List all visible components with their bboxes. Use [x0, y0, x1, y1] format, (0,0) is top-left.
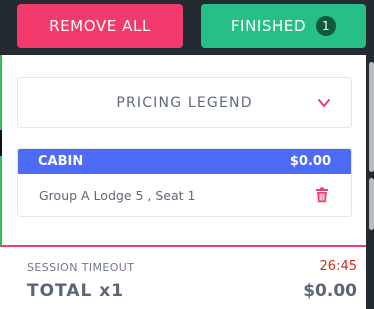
cart-category-name: CABIN: [38, 154, 84, 169]
cart-card: CABIN $0.00 Group A Lodge 5 , Seat 1: [17, 148, 352, 217]
pricing-legend-dropdown[interactable]: PRICING LEGEND: [17, 77, 352, 128]
pricing-legend-label: PRICING LEGEND: [116, 94, 253, 111]
session-timeout-label: SESSION TIMEOUT: [27, 261, 135, 274]
cart-page: REMOVE ALL FINISHED 1 PRICING LEGEND CAB…: [0, 0, 374, 309]
chevron-down-icon: [318, 99, 330, 107]
remove-all-label: REMOVE ALL: [49, 17, 151, 35]
cart-category-header: CABIN $0.00: [18, 149, 351, 174]
finished-count-badge: 1: [316, 16, 337, 36]
total-label: TOTAL x1: [27, 281, 125, 301]
remove-all-button[interactable]: REMOVE ALL: [17, 4, 183, 48]
finished-label: FINISHED: [230, 17, 307, 35]
total-value: $0.00: [303, 281, 357, 301]
finished-button[interactable]: FINISHED 1: [201, 4, 366, 48]
cart-item-label: Group A Lodge 5 , Seat 1: [39, 187, 196, 203]
scrollbar-thumb-lower[interactable]: [369, 178, 374, 230]
session-timeout-value: 26:45: [319, 259, 357, 274]
trash-icon[interactable]: [315, 187, 329, 203]
cart-category-price: $0.00: [289, 154, 331, 169]
top-action-bar: REMOVE ALL FINISHED 1: [0, 0, 374, 55]
scrollbar-thumb[interactable]: [369, 62, 374, 172]
summary-divider: [0, 245, 366, 247]
cart-item-row: Group A Lodge 5 , Seat 1: [18, 174, 351, 216]
left-edge-marker: [0, 130, 2, 156]
